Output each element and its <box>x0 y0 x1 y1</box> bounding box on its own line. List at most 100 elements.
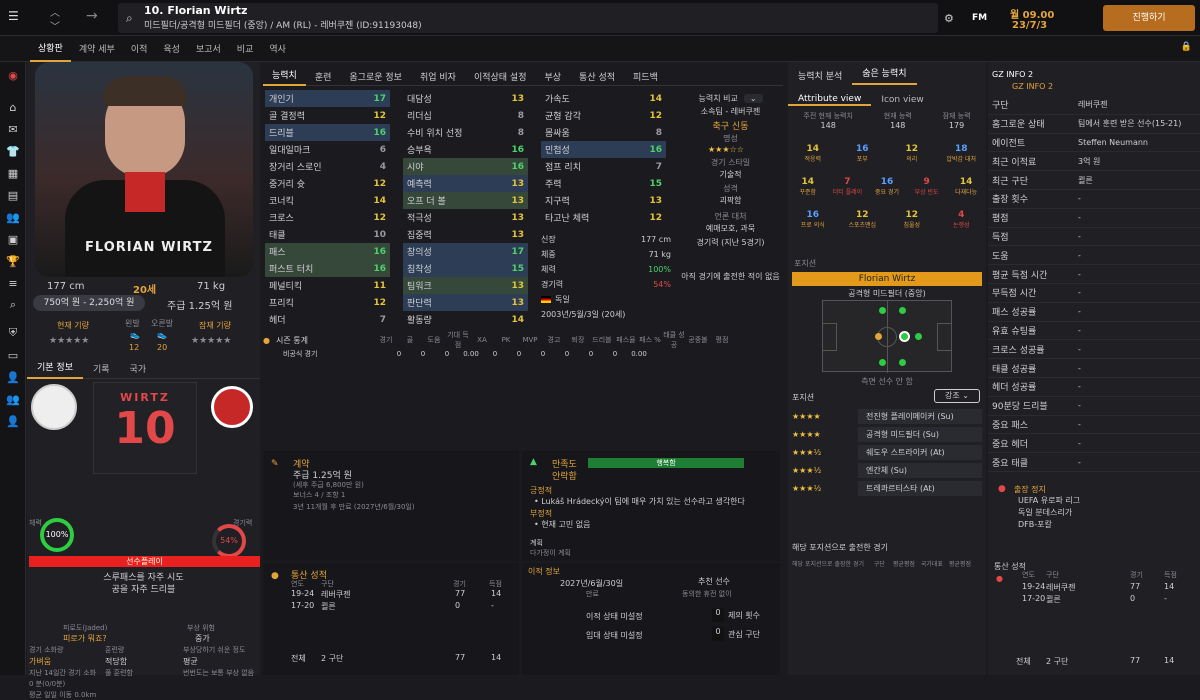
attribute-row[interactable]: 주력 15 <box>541 175 666 192</box>
tab-transfer-status[interactable]: 이적상태 설정 <box>465 70 536 83</box>
tab-attr-analysis[interactable]: 능력치 분석 <box>788 69 852 82</box>
squad-icon[interactable]: 👕 <box>0 140 26 162</box>
attribute-row[interactable]: 장거리 스로인 4 <box>265 158 390 175</box>
attribute-row[interactable]: 시야 16 <box>403 158 528 175</box>
attribute-row[interactable]: 태클 10 <box>265 226 390 243</box>
lock-icon[interactable]: 🔒 <box>1181 42 1192 52</box>
tab-injury[interactable]: 부상 <box>535 70 570 83</box>
info-career-club[interactable]: 레버쿠젠 <box>1046 582 1075 593</box>
career-club[interactable]: 레버쿠젠 <box>321 589 350 600</box>
subnav-compare[interactable]: 비교 <box>229 36 262 62</box>
attribute-row[interactable]: 크로스 12 <box>265 209 390 226</box>
transfer-title[interactable]: 이적 정보 <box>528 566 560 577</box>
trophy-icon[interactable]: 🏆 <box>0 250 26 272</box>
attribute-row[interactable]: 몸싸움 8 <box>541 124 666 141</box>
attribute-row[interactable]: 균형 감각 12 <box>541 107 666 124</box>
subnav-history[interactable]: 역사 <box>261 36 294 62</box>
group-icon[interactable]: 👥 <box>0 388 26 410</box>
role-row[interactable]: ★★★½ 엔간체 (Su) <box>792 461 982 479</box>
attribute-row[interactable]: 골 결정력 12 <box>265 107 390 124</box>
season-title[interactable]: 시즌 통계 <box>276 335 308 346</box>
attribute-row[interactable]: 대담성 13 <box>403 90 528 107</box>
role-name[interactable]: 공격형 미드필더 (Su) <box>858 426 982 442</box>
inbox-icon[interactable]: ✉ <box>0 118 26 140</box>
role-row[interactable]: ★★★★ 전진형 플레이메이커 (Su) <box>792 407 982 425</box>
chevron-down-icon[interactable]: ﹀ <box>50 18 60 33</box>
attribute-row[interactable]: 일대일마크 6 <box>265 141 390 158</box>
role-name[interactable]: 트레콰르티스타 (At) <box>858 480 982 496</box>
attribute-row[interactable]: 헤더 7 <box>265 311 390 328</box>
scout-icon[interactable]: ⌕ <box>0 294 26 316</box>
subnav-contract[interactable]: 계약 세부 <box>71 36 123 62</box>
tab-icon-view[interactable]: Icon view <box>871 95 933 105</box>
tab-hidden-attr[interactable]: 숨은 능력치 <box>852 65 917 85</box>
role-name[interactable]: 쉐도우 스트라이커 (At) <box>858 444 982 460</box>
subnav-transfer[interactable]: 이적 <box>123 36 156 62</box>
tab-attribute-view[interactable]: Attribute view <box>788 94 872 106</box>
attribute-row[interactable]: 중거리 슛 12 <box>265 175 390 192</box>
attribute-row[interactable]: 창의성 17 <box>403 243 528 260</box>
attribute-row[interactable]: 드리블 16 <box>265 124 390 141</box>
attribute-row[interactable]: 퍼스트 터치 16 <box>265 260 390 277</box>
attribute-row[interactable]: 적극성 13 <box>403 209 528 226</box>
settings-icon[interactable]: ⚙ <box>944 12 954 25</box>
attribute-row[interactable]: 가속도 14 <box>541 90 666 107</box>
shield-icon[interactable]: ⛨ <box>0 322 26 344</box>
attribute-row[interactable]: 타고난 체력 12 <box>541 209 666 226</box>
attribute-row[interactable]: 오프 더 볼 13 <box>403 192 528 209</box>
attribute-row[interactable]: 프리킥 12 <box>265 294 390 311</box>
role-row[interactable]: ★★★★ 공격형 미드필더 (Su) <box>792 425 982 443</box>
continue-button[interactable]: 진행하기 <box>1103 5 1195 31</box>
role-name[interactable]: 엔간체 (Su) <box>858 462 982 478</box>
finance-icon[interactable]: ▭ <box>0 344 26 366</box>
data-icon[interactable]: ▤ <box>0 184 26 206</box>
staff-icon[interactable]: 👥 <box>0 206 26 228</box>
subnav-development[interactable]: 육성 <box>155 36 188 62</box>
compare-dropdown[interactable]: ⌄ <box>743 93 763 103</box>
attribute-row[interactable]: 지구력 13 <box>541 192 666 209</box>
home-icon[interactable]: ⌂ <box>0 96 26 118</box>
user-icon[interactable]: 👤 <box>0 410 26 432</box>
attribute-row[interactable]: 민첩성 16 <box>541 141 666 158</box>
club-badge-icon[interactable]: ◉ <box>0 64 26 86</box>
search-icon[interactable]: ⌕ <box>126 11 133 26</box>
career-club[interactable]: 쾰른 <box>321 601 336 612</box>
attribute-row[interactable]: 점프 리치 7 <box>541 158 666 175</box>
role-row[interactable]: ★★★½ 쉐도우 스트라이커 (At) <box>792 443 982 461</box>
tab-visa[interactable]: 취업 비자 <box>411 70 465 83</box>
attribute-row[interactable]: 개인기 17 <box>265 90 390 107</box>
role-name[interactable]: 전진형 플레이메이커 (Su) <box>858 408 982 424</box>
attribute-row[interactable]: 패스 16 <box>265 243 390 260</box>
schedule-icon[interactable]: ▣ <box>0 228 26 250</box>
tab-feedback[interactable]: 피드백 <box>624 70 667 83</box>
menu-icon[interactable]: ☰ <box>8 9 19 23</box>
tab-career[interactable]: 통산 성적 <box>570 70 624 83</box>
list-icon[interactable]: ≡ <box>0 272 26 294</box>
attribute-row[interactable]: 코너킥 14 <box>265 192 390 209</box>
role-row[interactable]: ★★★½ 트레콰르티스타 (At) <box>792 479 982 497</box>
tab-records[interactable]: 기록 <box>83 362 120 375</box>
forward-arrow-icon[interactable]: → <box>86 8 98 24</box>
tab-nation[interactable]: 국가 <box>120 362 157 375</box>
attribute-row[interactable]: 승부욕 16 <box>403 141 528 158</box>
chevron-up-icon[interactable]: ︿ <box>50 4 60 19</box>
tab-homegrown[interactable]: 옴그로운 정보 <box>340 70 411 83</box>
attribute-row[interactable]: 예측력 13 <box>403 175 528 192</box>
tab-attributes[interactable]: 능력치 <box>263 68 306 86</box>
tactics-icon[interactable]: ▦ <box>0 162 26 184</box>
attribute-row[interactable]: 페널티킥 11 <box>265 277 390 294</box>
attribute-row[interactable]: 리더십 8 <box>403 107 528 124</box>
attribute-row[interactable]: 수비 위치 선정 8 <box>403 124 528 141</box>
emphasis-dropdown[interactable]: 강조 ⌄ <box>934 389 980 403</box>
subnav-overview[interactable]: 상황판 <box>30 36 71 62</box>
person-icon[interactable]: 👤 <box>0 366 26 388</box>
attribute-row[interactable]: 침착성 15 <box>403 260 528 277</box>
attribute-row[interactable]: 집중력 13 <box>403 226 528 243</box>
attribute-row[interactable]: 활동량 14 <box>403 311 528 328</box>
info-sub[interactable]: GZ INFO 2 <box>988 79 1200 94</box>
tab-training[interactable]: 훈련 <box>306 70 341 83</box>
subnav-reports[interactable]: 보고서 <box>188 36 229 62</box>
tab-basic-info[interactable]: 기본 정보 <box>27 359 83 379</box>
info-career-club[interactable]: 쾰른 <box>1046 594 1061 605</box>
attribute-row[interactable]: 판단력 13 <box>403 294 528 311</box>
